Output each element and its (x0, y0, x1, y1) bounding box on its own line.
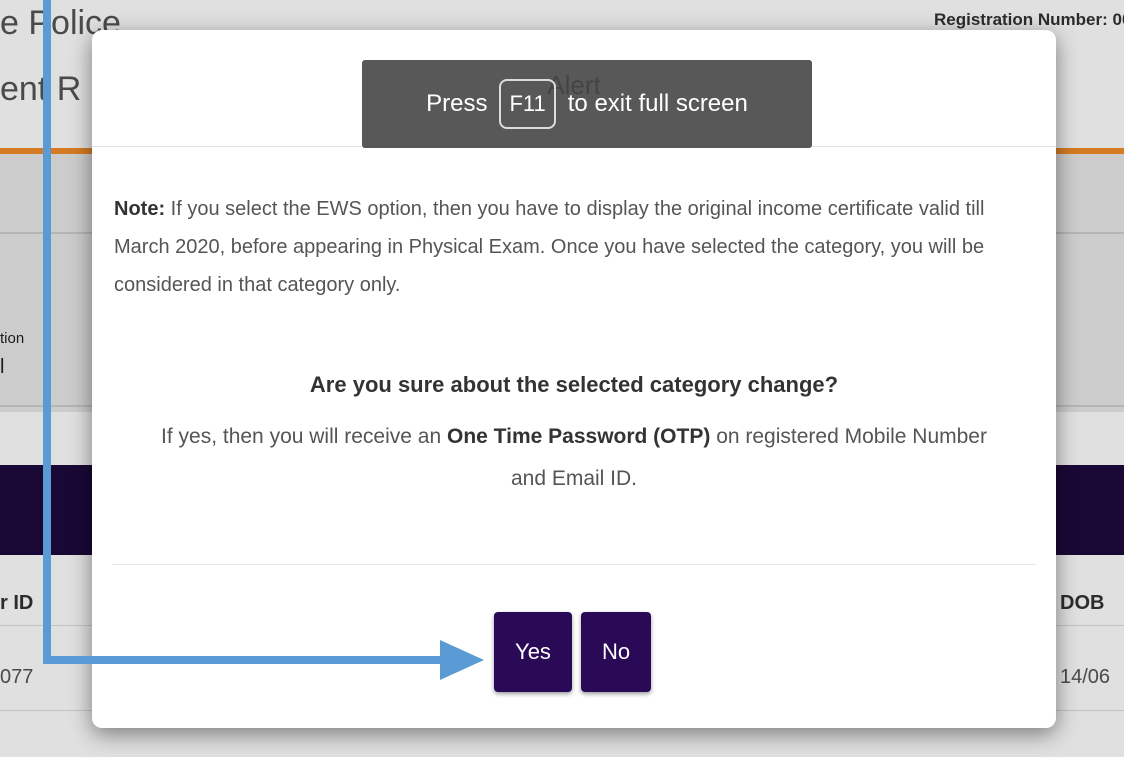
fullscreen-notice-suffix: to exit full screen (567, 90, 748, 117)
alert-dialog: Alert Press F11 to exit full screen Note… (92, 30, 1056, 728)
fullscreen-notice: Press F11 to exit full screen (362, 60, 812, 148)
confirmation-question: Are you sure about the selected category… (309, 372, 839, 397)
yes-button[interactable]: Yes (494, 612, 572, 692)
otp-info-bold: One Time Password (OTP) (447, 425, 711, 448)
otp-info-prefix: If yes, then you will receive an (161, 425, 442, 448)
dialog-header: Alert Press F11 to exit full screen (92, 30, 1056, 148)
dialog-note: Note: If you select the EWS option, then… (114, 190, 1034, 304)
note-label: Note: (114, 198, 166, 220)
f11-key: F11 (499, 79, 556, 129)
footer-divider (112, 564, 1036, 565)
fullscreen-notice-prefix: Press (426, 90, 488, 117)
note-text: If you select the EWS option, then you h… (114, 198, 985, 296)
no-button[interactable]: No (581, 612, 651, 692)
otp-info: If yes, then you will receive an One Tim… (152, 416, 996, 500)
